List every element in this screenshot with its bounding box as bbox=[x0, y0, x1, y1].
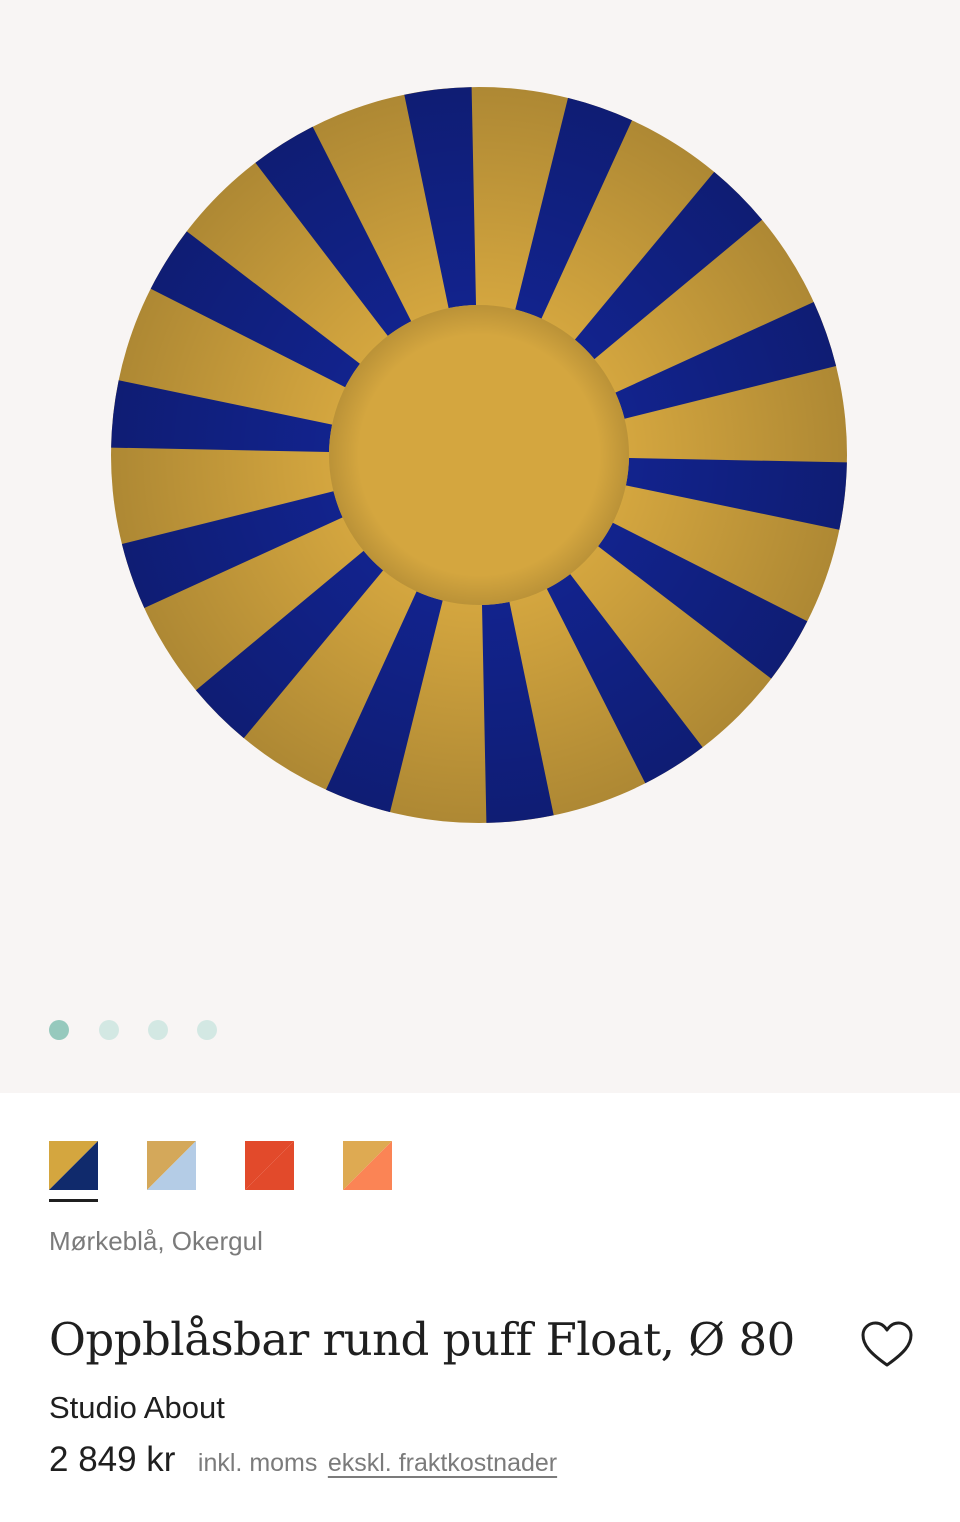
product-gallery[interactable] bbox=[0, 0, 960, 1093]
shipping-link[interactable]: ekskl. fraktkostnader bbox=[328, 1449, 557, 1477]
heart-outline-icon bbox=[861, 1321, 913, 1367]
brand-name[interactable]: Studio About bbox=[49, 1390, 225, 1426]
wishlist-button[interactable] bbox=[860, 1320, 914, 1370]
swatch-red[interactable] bbox=[245, 1141, 294, 1190]
swatch-ochre-orange[interactable] bbox=[343, 1141, 392, 1190]
selected-variant-name: Mørkeblå, Okergul bbox=[49, 1226, 263, 1256]
gallery-dot-1[interactable] bbox=[49, 1020, 69, 1040]
gallery-dot-4[interactable] bbox=[197, 1020, 217, 1040]
gallery-dot-2[interactable] bbox=[99, 1020, 119, 1040]
swatch-ochre-lightblue[interactable] bbox=[147, 1141, 196, 1190]
selected-swatch-underline bbox=[49, 1199, 98, 1202]
swatch-navy-ochre[interactable] bbox=[49, 1141, 98, 1190]
product-title: Oppblåsbar rund puff Float, Ø 80 bbox=[49, 1313, 795, 1366]
product-image[interactable] bbox=[0, 0, 960, 1000]
gallery-dot-3[interactable] bbox=[148, 1020, 168, 1040]
vat-note: inkl. moms bbox=[197, 1449, 318, 1477]
price-row: 2 849 kr inkl. moms ekskl. fraktkostnade… bbox=[49, 1440, 557, 1480]
price: 2 849 kr bbox=[49, 1440, 176, 1479]
